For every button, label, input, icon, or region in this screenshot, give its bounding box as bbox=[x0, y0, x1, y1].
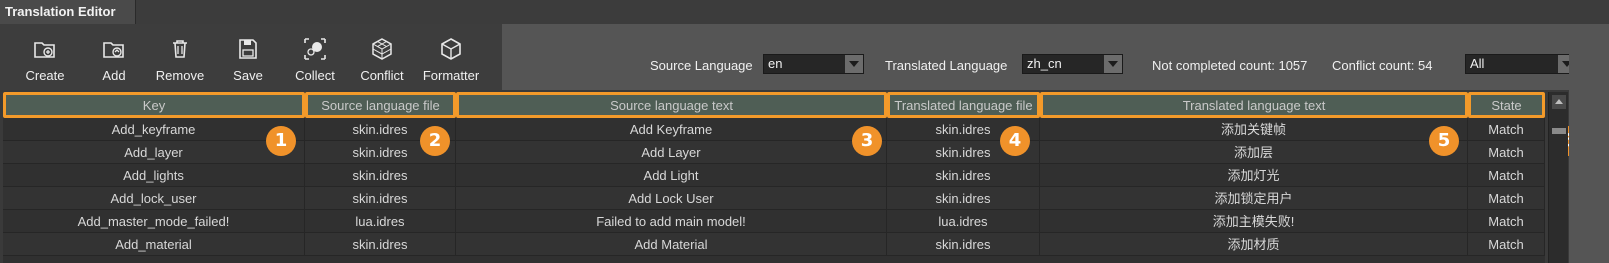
window-title-tab[interactable]: Translation Editor bbox=[0, 0, 136, 24]
column-header-translated-file[interactable]: Translated language file bbox=[887, 92, 1040, 118]
source-language-select[interactable]: en bbox=[763, 54, 864, 74]
create-label: Create bbox=[25, 68, 65, 83]
column-header-translated-text[interactable]: Translated language text bbox=[1040, 92, 1468, 118]
table-row[interactable]: Add_material skin.idres Add Material ski… bbox=[3, 233, 1545, 256]
cell-key: Add_layer bbox=[3, 141, 305, 164]
state-filter-select[interactable]: All bbox=[1465, 54, 1577, 74]
cell-key: Add_lock_user bbox=[3, 187, 305, 210]
cell-key: Add_material bbox=[3, 233, 305, 256]
conflict-button[interactable]: Conflict bbox=[358, 36, 406, 88]
add-label: Add bbox=[102, 68, 126, 83]
callout-badge-3: 3 bbox=[852, 126, 882, 156]
table-row[interactable]: Add_layer skin.idres Add Layer skin.idre… bbox=[3, 141, 1545, 164]
cell-translated-text: 添加材质 bbox=[1040, 233, 1468, 256]
cell-state: Match bbox=[1468, 164, 1545, 187]
cell-translated-text: 添加关键帧 bbox=[1040, 118, 1468, 141]
cube-grid-icon bbox=[369, 36, 395, 62]
save-button[interactable]: Save bbox=[228, 36, 268, 88]
folder-add-icon bbox=[101, 36, 127, 62]
callout-badge-5: 5 bbox=[1429, 126, 1459, 156]
chevron-down-icon[interactable] bbox=[845, 55, 863, 73]
source-language-value: en bbox=[768, 56, 783, 71]
conflict-count: Conflict count: 54 bbox=[1332, 58, 1433, 73]
collect-label: Collect bbox=[295, 68, 335, 83]
cell-source-file: skin.idres bbox=[305, 187, 456, 210]
cell-source-text: Add Lock User bbox=[456, 187, 887, 210]
cell-translated-file: skin.idres bbox=[887, 187, 1040, 210]
folder-plus-icon bbox=[32, 36, 58, 62]
save-label: Save bbox=[233, 68, 263, 83]
chevron-down-icon[interactable] bbox=[1104, 55, 1122, 73]
table-row[interactable]: Add_keyframe skin.idres Add Keyframe ski… bbox=[3, 118, 1545, 141]
source-language-label: Source Language bbox=[650, 58, 753, 73]
toolbar: Create Add Remove Save Collect Conflict bbox=[0, 24, 502, 90]
column-header-state[interactable]: State bbox=[1468, 92, 1545, 118]
vertical-scrollbar[interactable] bbox=[1548, 92, 1568, 263]
formatter-label: Formatter bbox=[422, 68, 480, 83]
cell-source-text: Add Layer bbox=[456, 141, 887, 164]
cell-translated-file: skin.idres bbox=[887, 233, 1040, 256]
add-button[interactable]: Add bbox=[94, 36, 134, 88]
cell-translated-text: 添加层 bbox=[1040, 141, 1468, 164]
column-header-key[interactable]: Key bbox=[3, 92, 305, 118]
translation-table: Key Source language file Source language… bbox=[3, 92, 1545, 263]
cell-translated-file: lua.idres bbox=[887, 210, 1040, 233]
cell-source-text: Add Material bbox=[456, 233, 887, 256]
cell-state: Match bbox=[1468, 210, 1545, 233]
table-row[interactable]: Add_lock_user skin.idres Add Lock User s… bbox=[3, 187, 1545, 210]
conflict-label: Conflict bbox=[360, 68, 404, 83]
cube-icon bbox=[438, 36, 464, 62]
cell-translated-text: 添加锁定用户 bbox=[1040, 187, 1468, 210]
column-header-source-text[interactable]: Source language text bbox=[456, 92, 887, 118]
translated-language-value: zh_cn bbox=[1027, 56, 1062, 71]
remove-label: Remove bbox=[155, 68, 205, 83]
cell-source-text: Add Keyframe bbox=[456, 118, 887, 141]
collect-target-icon bbox=[302, 36, 328, 62]
cell-key: Add_keyframe bbox=[3, 118, 305, 141]
formatter-button[interactable]: Formatter bbox=[420, 36, 482, 88]
floppy-disk-icon bbox=[235, 36, 261, 62]
cell-translated-file: skin.idres bbox=[887, 164, 1040, 187]
scrollbar-thumb[interactable] bbox=[1552, 128, 1566, 134]
callout-badge-2: 2 bbox=[420, 126, 450, 156]
right-gutter bbox=[1569, 24, 1609, 263]
cell-translated-text: 添加灯光 bbox=[1040, 164, 1468, 187]
remove-button[interactable]: Remove bbox=[155, 36, 205, 88]
translated-language-select[interactable]: zh_cn bbox=[1022, 54, 1123, 74]
scroll-up-arrow-icon[interactable] bbox=[1552, 95, 1566, 109]
table-body: Add_keyframe skin.idres Add Keyframe ski… bbox=[3, 118, 1545, 263]
table-row[interactable]: Add_lights skin.idres Add Light skin.idr… bbox=[3, 164, 1545, 187]
cell-state: Match bbox=[1468, 141, 1545, 164]
table-row[interactable]: Add_master_mode_failed! lua.idres Failed… bbox=[3, 210, 1545, 233]
column-header-source-file[interactable]: Source language file bbox=[305, 92, 456, 118]
cell-translated-text: 添加主模失败! bbox=[1040, 210, 1468, 233]
callout-badge-1: 1 bbox=[266, 126, 296, 156]
state-filter-value: All bbox=[1470, 56, 1485, 71]
cell-source-text: Failed to add main model! bbox=[456, 210, 887, 233]
trash-icon bbox=[167, 36, 193, 62]
cell-state: Match bbox=[1468, 187, 1545, 210]
cell-state: Match bbox=[1468, 233, 1545, 256]
cell-source-file: skin.idres bbox=[305, 233, 456, 256]
cell-key: Add_lights bbox=[3, 164, 305, 187]
cell-source-file: lua.idres bbox=[305, 210, 456, 233]
translated-language-label: Translated Language bbox=[885, 58, 1008, 73]
cell-source-text: Add Light bbox=[456, 164, 887, 187]
collect-button[interactable]: Collect bbox=[292, 36, 338, 88]
cell-source-file: skin.idres bbox=[305, 164, 456, 187]
create-button[interactable]: Create bbox=[24, 36, 66, 88]
callout-badge-4: 4 bbox=[1000, 126, 1030, 156]
cell-state: Match bbox=[1468, 118, 1545, 141]
cell-key: Add_master_mode_failed! bbox=[3, 210, 305, 233]
title-bar: Translation Editor bbox=[0, 0, 1609, 24]
not-completed-count: Not completed count: 1057 bbox=[1152, 58, 1308, 73]
